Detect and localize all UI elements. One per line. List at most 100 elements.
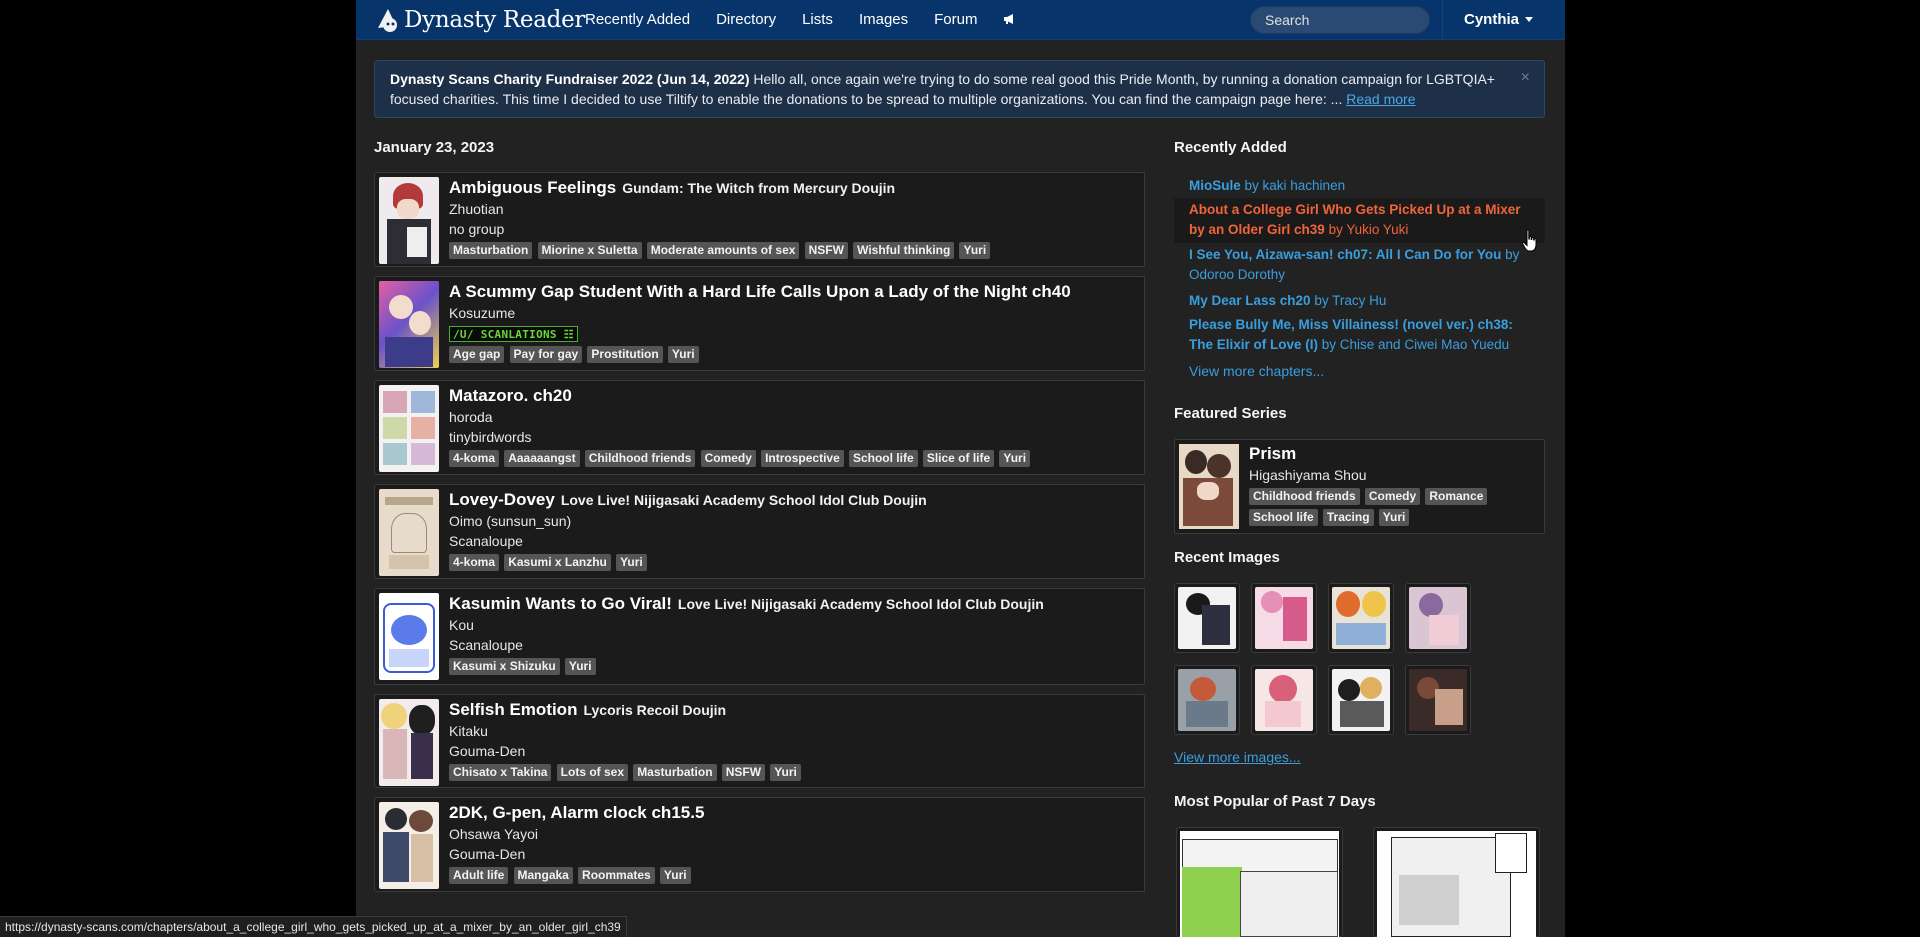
recent-item[interactable]: Please Bully Me, Miss Villainess! (novel… <box>1174 313 1545 359</box>
image-thumbnail[interactable] <box>1174 583 1240 653</box>
author[interactable]: Kosuzume <box>449 303 1136 323</box>
scanlator[interactable]: no group <box>449 219 1136 239</box>
tag[interactable]: Tracing <box>1322 509 1374 526</box>
recent-item[interactable]: My Dear Lass ch20 by Tracy Hu <box>1174 289 1545 313</box>
chapter-title[interactable]: Matazoro. ch20 <box>449 386 572 405</box>
tag[interactable]: Adult life <box>449 867 509 884</box>
read-more-link[interactable]: Read more <box>1346 91 1415 107</box>
chapter-title[interactable]: A Scummy Gap Student With a Hard Life Ca… <box>449 282 1071 301</box>
chapter-entry[interactable]: Kasumin Wants to Go Viral! Love Live! Nij… <box>374 588 1145 685</box>
featured-author[interactable]: Higashiyama Shou <box>1249 465 1538 485</box>
cover-thumbnail[interactable] <box>379 177 439 264</box>
tag[interactable]: Miorine x Suletta <box>537 242 642 259</box>
series-name[interactable]: Love Live! Nijigasaki Academy School Ido… <box>561 492 927 508</box>
scanlator[interactable]: Scanaloupe <box>449 635 1136 655</box>
recent-author[interactable]: by Yukio Yuki <box>1325 222 1409 237</box>
cover-thumbnail[interactable] <box>379 281 439 368</box>
series-name[interactable]: Love Live! Nijigasaki Academy School Ido… <box>678 596 1044 612</box>
scanlator[interactable]: Gouma-Den <box>449 844 1136 864</box>
tag[interactable]: Comedy <box>700 450 756 467</box>
tag[interactable]: Kasumi x Lanzhu <box>504 554 611 571</box>
tag[interactable]: Yuri <box>667 346 699 363</box>
image-thumbnail[interactable] <box>1251 665 1317 735</box>
nav-recently-added[interactable]: Recently Added <box>572 0 703 40</box>
recent-author[interactable]: by Tracy Hu <box>1311 293 1386 308</box>
chapter-title[interactable]: Ambiguous Feelings <box>449 178 616 197</box>
image-thumbnail[interactable] <box>1405 583 1471 653</box>
image-thumbnail[interactable] <box>1405 665 1471 735</box>
featured-title[interactable]: Prism <box>1249 443 1538 465</box>
popular-thumbnail[interactable] <box>1176 827 1343 937</box>
tag[interactable]: 4-koma <box>449 450 500 467</box>
tag[interactable]: Slice of life <box>922 450 995 467</box>
recent-title[interactable]: My Dear Lass ch20 <box>1189 293 1311 308</box>
cover-thumbnail[interactable] <box>379 489 439 576</box>
nav-images[interactable]: Images <box>846 0 921 40</box>
chapter-entry[interactable]: 2DK, G-pen, Alarm clock ch15.5 Ohsawa Ya… <box>374 797 1145 892</box>
view-more-chapters-link[interactable]: View more chapters... <box>1189 363 1324 379</box>
tag[interactable]: Romance <box>1425 488 1488 505</box>
chapter-title[interactable]: Kasumin Wants to Go Viral! <box>449 594 672 613</box>
tag[interactable]: Childhood friends <box>584 450 696 467</box>
chapter-title[interactable]: 2DK, G-pen, Alarm clock ch15.5 <box>449 803 704 822</box>
image-thumbnail[interactable] <box>1328 583 1394 653</box>
view-more-images-link[interactable]: View more images... <box>1174 749 1301 765</box>
tag[interactable]: Yuri <box>616 554 647 571</box>
tag[interactable]: Comedy <box>1364 488 1421 505</box>
popular-thumbnail[interactable] <box>1373 827 1540 937</box>
brand-logo-link[interactable]: Dynasty Reader <box>374 2 585 38</box>
tag[interactable]: Yuri <box>770 764 801 781</box>
nav-lists[interactable]: Lists <box>789 0 846 40</box>
chapter-title[interactable]: Lovey-Dovey <box>449 490 555 509</box>
tag[interactable]: Moderate amounts of sex <box>646 242 800 259</box>
tag[interactable]: Childhood friends <box>1249 488 1360 505</box>
featured-series-card[interactable]: Prism Higashiyama Shou Childhood friends… <box>1174 439 1545 534</box>
tag[interactable]: Yuri <box>564 658 596 675</box>
image-thumbnail[interactable] <box>1174 665 1240 735</box>
cover-thumbnail[interactable] <box>379 802 439 889</box>
recent-item[interactable]: MioSule by kaki hachinen <box>1174 174 1545 198</box>
tag[interactable]: NSFW <box>804 242 848 259</box>
tag[interactable]: Lots of sex <box>556 764 629 781</box>
tag[interactable]: Prostitution <box>587 346 663 363</box>
tag[interactable]: Age gap <box>449 346 505 363</box>
tag[interactable]: Yuri <box>1378 509 1410 526</box>
tag[interactable]: Pay for gay <box>509 346 583 363</box>
chapter-entry[interactable]: Lovey-Dovey Love Live! Nijigasaki Academy… <box>374 484 1145 579</box>
user-menu[interactable]: Cynthia <box>1464 0 1534 40</box>
tag[interactable]: Chisato x Takina <box>449 764 552 781</box>
nav-forum[interactable]: Forum <box>921 0 990 40</box>
cover-thumbnail[interactable] <box>379 385 439 472</box>
nav-directory[interactable]: Directory <box>703 0 789 40</box>
author[interactable]: horoda <box>449 407 1136 427</box>
tag[interactable]: Masturbation <box>449 242 533 259</box>
tag[interactable]: Yuri <box>959 242 991 259</box>
tag[interactable]: Yuri <box>999 450 1031 467</box>
recent-title[interactable]: MioSule <box>1189 178 1241 193</box>
recent-author[interactable]: by kaki hachinen <box>1241 178 1346 193</box>
tag[interactable]: Masturbation <box>633 764 717 781</box>
featured-cover-thumbnail[interactable] <box>1179 444 1239 529</box>
chapter-entry[interactable]: Ambiguous Feelings Gundam: The Witch from… <box>374 172 1145 267</box>
chapter-entry[interactable]: A Scummy Gap Student With a Hard Life Ca… <box>374 276 1145 371</box>
scanlator[interactable]: Scanaloupe <box>449 531 1136 551</box>
megaphone-icon[interactable] <box>990 0 1029 40</box>
series-name[interactable]: Lycoris Recoil Doujin <box>583 702 726 718</box>
tag[interactable]: School life <box>1249 509 1318 526</box>
author[interactable]: Zhuotian <box>449 199 1136 219</box>
image-thumbnail[interactable] <box>1251 583 1317 653</box>
author[interactable]: Ohsawa Yayoi <box>449 824 1136 844</box>
tag[interactable]: Wishful thinking <box>853 242 955 259</box>
image-thumbnail[interactable] <box>1328 665 1394 735</box>
recent-author[interactable]: by Chise and Ciwei Mao Yuedu <box>1318 337 1509 352</box>
scanlator[interactable]: Gouma-Den <box>449 741 1136 761</box>
author[interactable]: Kitaku <box>449 721 1136 741</box>
tag[interactable]: Mangaka <box>513 867 573 884</box>
author[interactable]: Kou <box>449 615 1136 635</box>
tag[interactable]: NSFW <box>721 764 766 781</box>
author[interactable]: Oimo (sunsun_sun) <box>449 511 1136 531</box>
tag[interactable]: 4-koma <box>449 554 500 571</box>
tag[interactable]: School life <box>848 450 918 467</box>
scanlator[interactable]: tinybirdwords <box>449 427 1136 447</box>
recent-item[interactable]: I See You, Aizawa-san! ch07: All I Can D… <box>1174 243 1545 289</box>
